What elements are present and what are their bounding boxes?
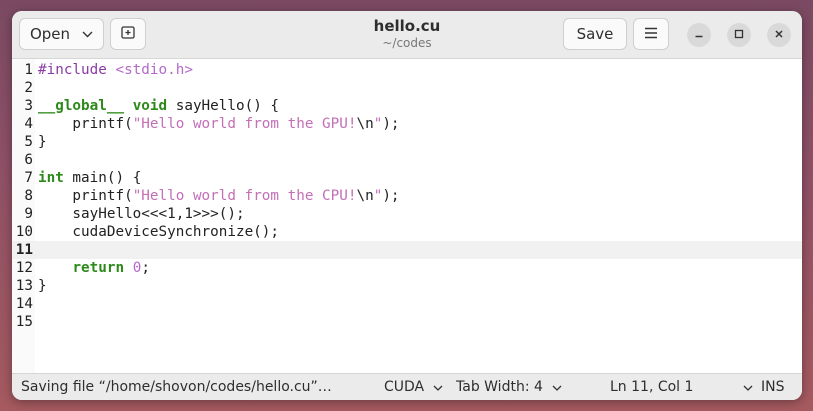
code-text: printf("Hello world from the CPU!\n"); — [38, 187, 400, 205]
code-token: \n — [356, 116, 374, 132]
line-number: 3 — [24, 98, 33, 114]
maximize-icon — [734, 28, 744, 43]
status-message: Saving file “/home/shovon/codes/hello.cu… — [21, 379, 332, 395]
line-number: 5 — [24, 134, 33, 150]
save-button[interactable]: Save — [563, 18, 627, 50]
code-text: } — [38, 277, 47, 295]
code-line[interactable]: 8 printf("Hello world from the CPU!\n"); — [12, 187, 802, 205]
code-text: __global__ void sayHello() { — [38, 97, 279, 115]
code-token: __global__ — [38, 98, 125, 114]
code-token: } — [38, 278, 47, 294]
line-number: 11 — [15, 242, 33, 258]
line-number: 7 — [24, 170, 33, 186]
status-bar: Saving file “/home/shovon/codes/hello.cu… — [12, 373, 802, 400]
code-token: printf( — [38, 188, 133, 204]
line-number: 4 — [24, 116, 33, 132]
line-number: 10 — [15, 224, 33, 240]
code-line[interactable]: 13} — [12, 277, 802, 295]
code-token: return — [72, 260, 125, 276]
code-text: return 0; — [38, 259, 150, 277]
header-bar: Open hello.cu ~/codes Save — [12, 11, 802, 59]
main-menu-button[interactable] — [633, 18, 669, 50]
code-text: printf("Hello world from the GPU!\n"); — [38, 115, 400, 133]
code-line[interactable]: 15 — [12, 313, 802, 331]
code-token: ); — [382, 116, 400, 132]
open-button-label: Open — [29, 25, 71, 43]
line-number: 9 — [24, 206, 33, 222]
code-token: #include — [38, 62, 116, 78]
window-title: hello.cu — [373, 17, 441, 35]
code-token: ; — [141, 260, 150, 276]
tab-width-selector[interactable]: Tab Width: 4 — [456, 379, 562, 395]
code-line[interactable]: 5} — [12, 133, 802, 151]
cursor-position-label: Ln 11, Col 1 — [610, 379, 694, 395]
code-token: main() { — [63, 170, 142, 186]
chevron-down-icon — [739, 383, 753, 394]
line-number: 13 — [15, 278, 33, 294]
chevron-down-icon — [430, 383, 443, 394]
code-line[interactable]: 3 __global__ void sayHello() { — [12, 97, 802, 115]
window-subtitle: ~/codes — [382, 36, 432, 50]
code-line[interactable]: 2 — [12, 79, 802, 97]
line-number: 2 — [24, 80, 33, 96]
line-number: 12 — [15, 260, 33, 276]
code-token: "Hello world from the CPU! — [132, 188, 357, 204]
language-label: CUDA — [384, 379, 425, 395]
code-token: ); — [382, 188, 400, 204]
editor-window: Open hello.cu ~/codes Save 1 #include <s… — [12, 11, 802, 400]
chevron-down-icon — [549, 383, 562, 394]
line-number: 1 — [24, 62, 33, 78]
code-line[interactable]: 10 cudaDeviceSynchronize(); — [12, 223, 802, 241]
code-line[interactable]: 7 int main() { — [12, 169, 802, 187]
code-token: \n — [356, 188, 374, 204]
code-line[interactable]: 12 return 0; — [12, 259, 802, 277]
code-line[interactable]: 1 #include <stdio.h> — [12, 61, 802, 79]
code-text: sayHello<<<1,1>>>(); — [38, 205, 245, 223]
code-line[interactable]: 4 printf("Hello world from the GPU!\n"); — [12, 115, 802, 133]
minimize-button[interactable] — [687, 23, 711, 47]
new-tab-icon — [120, 24, 136, 44]
code-token: sayHello<<<1,1>>>(); — [38, 206, 245, 222]
code-token: <stdio.h> — [115, 62, 193, 78]
code-token: } — [38, 134, 47, 150]
code-token: int — [38, 170, 64, 186]
code-text: } — [38, 133, 47, 151]
line-number: 14 — [15, 296, 33, 312]
code-token: void — [132, 98, 168, 114]
minimize-icon — [694, 28, 704, 43]
close-button[interactable] — [767, 23, 791, 47]
code-token: sayHello() { — [167, 98, 280, 114]
chevron-down-icon — [82, 28, 93, 41]
code-line[interactable]: 14 — [12, 295, 802, 313]
new-tab-button[interactable] — [110, 18, 146, 50]
line-number: 8 — [24, 188, 33, 204]
maximize-button[interactable] — [727, 23, 751, 47]
close-icon — [774, 28, 784, 43]
code-line[interactable]: 11 — [12, 241, 802, 259]
language-selector[interactable]: CUDA — [384, 379, 443, 395]
code-line[interactable]: 6 — [12, 151, 802, 169]
code-token: printf( — [38, 116, 133, 132]
insert-mode-indicator[interactable]: INS — [761, 379, 785, 395]
code-text: #include <stdio.h> — [38, 61, 193, 79]
open-button[interactable]: Open — [19, 18, 104, 50]
code-token: "Hello world from the GPU! — [132, 116, 357, 132]
code-line[interactable]: 9 sayHello<<<1,1>>>(); — [12, 205, 802, 223]
code-text: cudaDeviceSynchronize(); — [38, 223, 279, 241]
cursor-position[interactable]: Ln 11, Col 1 — [610, 379, 753, 395]
code-text: int main() { — [38, 169, 141, 187]
line-number: 6 — [24, 152, 33, 168]
window-title-area: hello.cu ~/codes — [312, 17, 502, 51]
code-editor[interactable]: 1 #include <stdio.h> 2 3 __global__ void say… — [12, 59, 802, 373]
hamburger-menu-icon — [644, 25, 658, 43]
line-number: 15 — [15, 314, 33, 330]
tab-width-label: Tab Width: 4 — [456, 379, 543, 395]
code-token: cudaDeviceSynchronize(); — [38, 224, 280, 240]
